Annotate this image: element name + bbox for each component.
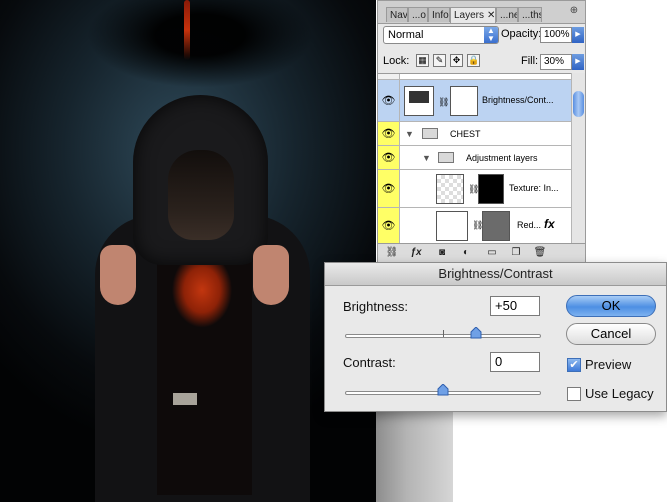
layer-thumbnail [436,174,464,204]
folder-icon [422,128,438,139]
layer-thumbnail [436,211,468,241]
preview-checkbox[interactable]: ✔ [567,358,581,372]
adjustment-layer-icon[interactable]: ◐ [458,246,474,260]
layer-row-chest-group[interactable]: 👁 ▼ CHEST [378,122,571,146]
chevron-updown-icon: ▲ ▼ [484,27,498,43]
tab-navigator[interactable]: Nav [386,7,408,22]
figure-belt-buckle [173,393,197,405]
brightness-center-tick [443,330,444,337]
ok-button[interactable]: OK [566,295,656,317]
brightness-label: Brightness: [343,299,409,314]
red-drip-artwork [184,0,190,60]
tab-info[interactable]: Info [428,7,450,22]
layer-name: Brightness/Cont... [482,95,554,105]
fill-arrow-icon[interactable]: ▶ [572,54,584,70]
layer-list-scrollbar[interactable] [571,73,585,243]
tab-histogram[interactable]: ...o [408,7,428,22]
layer-name: CHEST [450,129,481,139]
fill-input[interactable]: 30% [540,54,572,70]
close-icon[interactable]: ✕ [487,10,495,21]
layer-name: Red... [517,220,542,230]
add-mask-icon[interactable]: ◙ [434,246,450,260]
hooded-figure-artwork [95,95,315,502]
new-layer-icon[interactable]: ❐ [508,246,524,260]
tab-layers-label: Layers [454,10,485,21]
disclosure-triangle-icon[interactable]: ▼ [422,153,431,163]
document-canvas[interactable] [0,0,376,502]
new-group-icon[interactable]: ▭ [484,246,500,260]
layer-row-brightness-contrast[interactable]: 👁 ⛓ Brightness/Cont... [378,80,571,122]
figure-face [168,150,234,240]
layer-list: 👁 ⛓ Brightness/Cont... 👁 ▼ CHEST 👁 ▼ Adj… [378,73,571,244]
link-chain-icon[interactable]: ⛓ [438,97,449,108]
layer-row-adjustment-group[interactable]: 👁 ▼ Adjustment layers [378,146,571,170]
adjustment-thumbnail-icon [404,86,434,116]
lock-move-icon[interactable]: ✥ [450,54,463,67]
contrast-slider-knob[interactable] [437,384,449,396]
folder-icon [438,152,454,163]
layer-row-texture[interactable]: 👁 ⛓ Texture: In... [378,170,571,208]
blend-mode-value: Normal [388,29,424,41]
layer-name: Texture: In... [509,183,559,193]
scrollbar-thumb[interactable] [573,91,584,117]
opacity-arrow-icon[interactable]: ▶ [572,27,584,43]
tab-channels[interactable]: ...nels [496,7,518,22]
brightness-input[interactable]: +50 [490,296,540,316]
panel-tab-bar: Nav ...o Info Layers✕ ...nels ...ths ⊕ [378,1,585,24]
figure-left-hand [100,245,136,305]
lock-fill-row: Lock: ▦ ✎ ✥ 🔒 Fill: 30% ▶ [380,53,584,71]
layer-name: Adjustment layers [466,153,538,163]
layer-row-red[interactable]: 👁 ⛓ Red... fx [378,208,571,244]
lock-all-icon[interactable]: 🔒 [467,54,480,67]
visibility-eye-icon[interactable]: 👁 [378,80,400,121]
visibility-eye-icon[interactable]: 👁 [378,208,400,243]
lock-brush-icon[interactable]: ✎ [433,54,446,67]
preview-label: Preview [585,357,632,372]
layers-panel: Nav ...o Info Layers✕ ...nels ...ths ⊕ N… [377,0,586,262]
figure-right-hand [253,245,289,305]
layer-mask-thumbnail[interactable] [478,174,504,204]
visibility-eye-icon[interactable]: 👁 [378,122,400,145]
contrast-input[interactable]: 0 [490,352,540,372]
trash-icon[interactable]: 🗑 [532,246,548,260]
lock-label: Lock: [383,55,410,67]
blend-opacity-row: Normal ▲ ▼ Opacity: 100% ▶ [380,26,584,46]
fx-icon[interactable]: fx [544,217,555,231]
fill-label: Fill: [521,55,539,67]
visibility-eye-icon[interactable] [378,74,400,79]
lock-transparency-icon[interactable]: ▦ [416,54,429,67]
opacity-label: Opacity: [501,28,542,40]
layer-mask-thumbnail[interactable] [482,211,510,241]
blend-mode-select[interactable]: Normal ▲ ▼ [383,26,499,44]
brightness-contrast-dialog: Brightness/Contrast Brightness: +50 Cont… [324,262,667,412]
tab-paths[interactable]: ...ths [518,7,542,22]
brightness-slider-knob[interactable] [470,327,482,339]
dialog-title[interactable]: Brightness/Contrast [325,263,666,286]
disclosure-triangle-icon[interactable]: ▼ [405,129,414,139]
layers-bottom-toolbar: ⛓ ƒx ◙ ◐ ▭ ❐ 🗑 [378,243,585,262]
visibility-eye-icon[interactable]: 👁 [378,170,400,207]
use-legacy-label: Use Legacy [585,386,654,401]
layer-style-icon[interactable]: ƒx [408,246,424,260]
cancel-button[interactable]: Cancel [566,323,656,345]
layer-mask-thumbnail[interactable] [450,86,478,116]
use-legacy-checkbox[interactable] [567,387,581,401]
tab-layers[interactable]: Layers ✕ [450,7,496,23]
visibility-eye-icon[interactable]: 👁 [378,146,400,169]
opacity-input[interactable]: 100% [540,27,572,43]
contrast-label: Contrast: [343,355,396,370]
panel-menu-icon[interactable]: ⊕ [567,5,581,19]
link-layers-icon[interactable]: ⛓ [384,246,400,260]
